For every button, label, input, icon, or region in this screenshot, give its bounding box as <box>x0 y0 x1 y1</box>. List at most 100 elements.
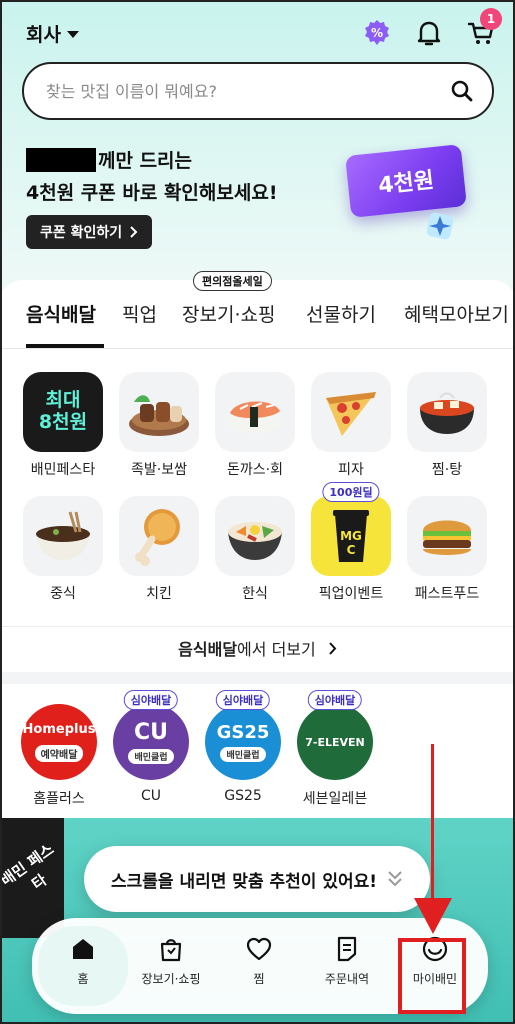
store-sub-text: 배민클럽 <box>220 747 266 762</box>
store-label: 홈플러스 <box>33 791 85 807</box>
category-pizza[interactable]: 피자 <box>306 372 396 479</box>
tab-benefits[interactable]: 혜택모아보기 <box>404 300 509 327</box>
search-input[interactable] <box>46 81 436 101</box>
store-sub-text: 배민클럽 <box>128 749 174 764</box>
category-label: 피자 <box>338 462 364 478</box>
cart-count-badge: 1 <box>480 8 502 30</box>
festa-badge-icon: 최대 8천원 <box>23 372 103 452</box>
category-jjim-tang[interactable]: 찜·탕 <box>402 372 492 479</box>
store-logo-text: CU <box>133 720 168 745</box>
see-more-food-delivery[interactable]: 음식배달에서 더보기 <box>0 636 515 660</box>
banner-line1-text: 께만 드리는 <box>98 150 193 172</box>
bell-icon[interactable] <box>414 18 444 48</box>
pizza-icon <box>311 372 391 452</box>
store-logo-text: GS25 <box>216 722 270 743</box>
divider <box>0 626 515 627</box>
nav-home[interactable]: 홈 <box>40 934 126 987</box>
shopping-bag-icon <box>156 934 186 964</box>
scroll-recommendation-toast[interactable]: 스크롤을 내리면 맞춤 추천이 있어요! <box>84 846 430 912</box>
category-donkatsu[interactable]: 돈까스·회 <box>210 372 300 479</box>
bibimbap-icon <box>215 496 295 576</box>
location-label: 회사 <box>26 24 61 46</box>
location-selector[interactable]: 회사 <box>26 20 79 47</box>
store-logo-text: Homeplus <box>22 722 96 737</box>
nav-shopping[interactable]: 장보기·쇼핑 <box>128 934 214 987</box>
chevron-right-icon <box>130 226 138 238</box>
store-label: GS25 <box>224 788 262 804</box>
banner-line2-text: 4천원 쿠폰 바로 확인해보세요! <box>26 182 278 204</box>
svg-text:%: % <box>371 26 383 40</box>
category-chinese[interactable]: 중식 <box>18 496 108 603</box>
sale-chip[interactable]: 편의점올세일 <box>193 271 272 291</box>
category-baemin-festa[interactable]: 최대 8천원 배민페스타 <box>18 372 108 479</box>
see-more-bold: 음식배달 <box>178 640 238 659</box>
category-korean[interactable]: 한식 <box>210 496 300 603</box>
search-bar[interactable] <box>22 62 494 120</box>
mgc-cup-icon: 100원딜 MG C <box>311 482 391 576</box>
store-label: 세븐일레븐 <box>302 791 368 807</box>
category-label: 픽업이벤트 <box>318 586 384 602</box>
coupon-icon[interactable]: % <box>362 18 392 48</box>
sushi-icon <box>215 372 295 452</box>
see-more-rest: 에서 더보기 <box>237 640 316 659</box>
nav-label: 장보기·쇼핑 <box>141 972 201 986</box>
tab-gift[interactable]: 선물하기 <box>306 300 376 327</box>
annotation-arrow <box>431 744 434 904</box>
jokbal-icon <box>119 372 199 452</box>
cu-logo: 심야배달 CU 배민클럽 <box>113 690 189 780</box>
smile-face-icon <box>420 934 450 964</box>
sparkle-icon <box>426 212 454 240</box>
chicken-icon <box>119 496 199 576</box>
nav-label: 마이배민 <box>412 972 458 986</box>
seven-eleven-logo: 심야배달 7-ELEVEN <box>297 690 373 780</box>
store-logo-text: 7-ELEVEN <box>305 735 365 749</box>
homeplus-logo: Homeplus 예약배달 <box>21 704 97 780</box>
chevron-right-icon <box>329 640 337 659</box>
late-night-tag: 심야배달 <box>123 690 179 710</box>
section-gap <box>0 672 515 684</box>
annotation-arrow-head <box>414 898 452 934</box>
category-label: 돈까스·회 <box>227 462 283 478</box>
nav-my-baemin[interactable]: 마이배민 <box>392 934 478 987</box>
search-icon[interactable] <box>436 65 488 117</box>
category-fastfood[interactable]: 패스트푸드 <box>402 496 492 603</box>
burger-icon <box>407 496 487 576</box>
app-header: 회사 % 1 <box>0 0 515 66</box>
category-label: 치킨 <box>146 586 172 602</box>
nav-label: 주문내역 <box>324 972 370 986</box>
svg-text:C: C <box>347 543 356 557</box>
svg-text:MG: MG <box>340 529 362 543</box>
store-sub-text: 예약배달 <box>34 745 84 762</box>
tab-food-delivery[interactable]: 음식배달 <box>26 300 96 327</box>
category-label: 족발·보쌈 <box>131 462 187 478</box>
gs25-logo: 심야배달 GS25 배민클럽 <box>205 690 281 780</box>
store-7eleven[interactable]: 심야배달 7-ELEVEN 세븐일레븐 <box>290 690 380 808</box>
redacted-name <box>26 147 96 172</box>
coupon-check-label: 쿠폰 확인하기 <box>40 225 123 241</box>
cart-icon[interactable]: 1 <box>466 8 502 48</box>
coupon-check-button[interactable]: 쿠폰 확인하기 <box>26 215 153 249</box>
stew-icon <box>407 372 487 452</box>
toast-text: 스크롤을 내리면 맞춤 추천이 있어요! <box>110 871 378 892</box>
tab-shopping[interactable]: 장보기·쇼핑 <box>182 300 275 327</box>
store-label: CU <box>140 788 162 804</box>
jajangmyeon-icon <box>23 496 103 576</box>
tab-pickup[interactable]: 픽업 <box>122 300 157 327</box>
ticket-text: 4천원 <box>377 168 436 199</box>
late-night-tag: 심야배달 <box>307 690 363 710</box>
category-chicken[interactable]: 치킨 <box>114 496 204 603</box>
category-pickup-event[interactable]: 100원딜 MG C 픽업이벤트 <box>306 482 396 603</box>
home-icon <box>68 934 98 964</box>
nav-favorites[interactable]: 찜 <box>216 934 302 987</box>
category-jokbal[interactable]: 족발·보쌈 <box>114 372 204 479</box>
store-cu[interactable]: 심야배달 CU 배민클럽 CU <box>106 690 196 804</box>
caret-down-icon <box>66 31 79 38</box>
store-homeplus[interactable]: Homeplus 예약배달 홈플러스 <box>14 704 104 808</box>
category-label: 배민페스타 <box>30 462 96 478</box>
store-gs25[interactable]: 심야배달 GS25 배민클럽 GS25 <box>198 690 288 804</box>
banner-headline: 께만 드리는 <box>26 146 192 173</box>
heart-icon <box>244 934 274 964</box>
category-label: 중식 <box>50 586 76 602</box>
nav-orders[interactable]: 주문내역 <box>304 934 390 987</box>
deal-tag: 100원딜 <box>322 482 380 502</box>
